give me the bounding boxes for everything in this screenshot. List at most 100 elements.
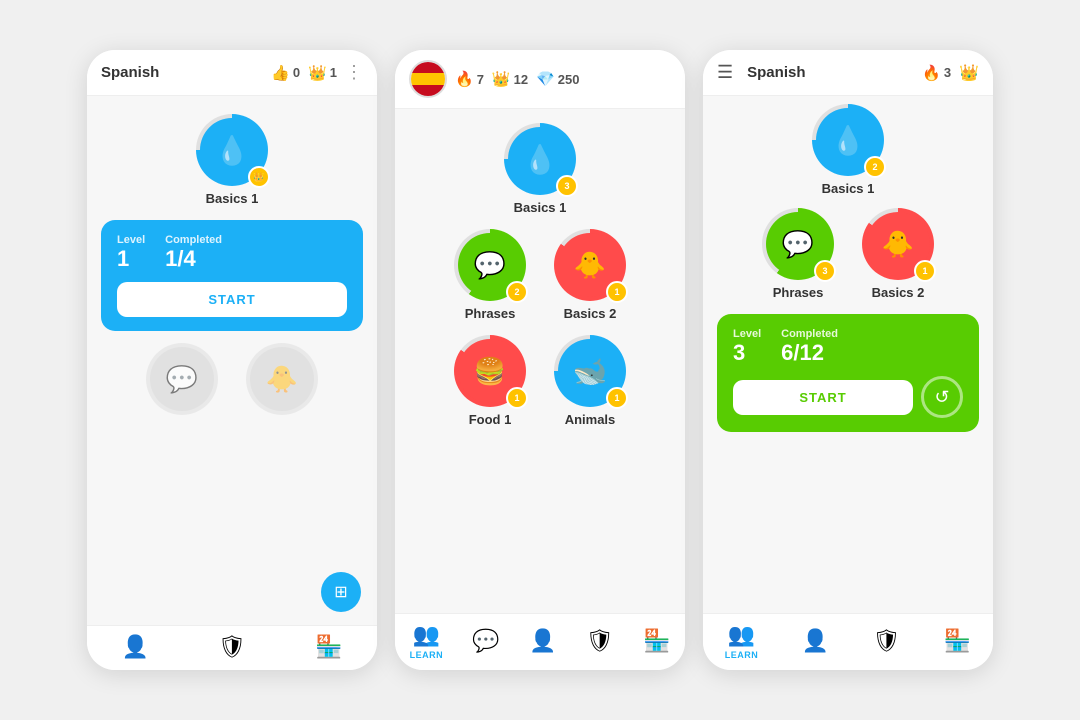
lesson-basics2-2[interactable]: 🐥 1 Basics 2 [554,229,626,321]
hamburger-icon[interactable]: ☰ [717,62,733,83]
shop-icon-2: 🏪 [643,628,670,654]
popup-stats-1: Level 1 Completed 1/4 [117,234,347,272]
learn-label-3: Learn [725,650,759,660]
likes-value: 0 [293,65,300,80]
phone-3: ☰ Spanish 🔥 3 👑 💧 2 Basics 1 💬 3 Phrases [703,50,993,670]
lesson-phrases-2[interactable]: 💬 2 Phrases [454,229,526,321]
crown-value-1: 1 [330,65,337,80]
start-button-1[interactable]: START [117,282,347,317]
popup-completed-1: Completed 1/4 [165,234,222,272]
popup-card-3: Level 3 Completed 6/12 START ↺ [717,314,979,432]
app-title-3: Spanish [747,64,914,81]
food-circle-2[interactable]: 🍔 1 [454,335,526,407]
completed-label-3: Completed [781,328,838,340]
basics1-label-2: Basics 1 [514,200,567,215]
top-bar-3: ☰ Spanish 🔥 3 👑 [703,50,993,96]
basics1-circle-1[interactable]: 💧 👑 [196,114,268,186]
nav-shield-1[interactable]: 🛡 [218,634,246,660]
nav-chat-2[interactable]: 💬 [472,628,499,654]
nav-shop-2[interactable]: 🏪 [643,628,670,654]
phrases-circle-1[interactable]: 💬 [146,343,218,415]
lesson-row-1-2: 💬 2 Phrases 🐥 1 Basics 2 [454,229,626,321]
phrases-badge-3: 3 [814,260,836,282]
basics1-circle-2[interactable]: 💧 3 [504,123,576,195]
top-bar-2: 🔥 7 👑 12 💎 250 [395,50,685,109]
basics1-badge-2: 3 [556,175,578,197]
top-bar-1: Spanish 👍 0 👑 1 ⋮ [87,50,377,96]
lesson-basics1-3[interactable]: 💧 2 Basics 1 [812,104,884,196]
gem-icon-2: 💎 [536,70,555,88]
nav-profile-3[interactable]: 👤 [802,628,829,654]
nav-shop-1[interactable]: 🏪 [315,634,342,660]
bottom-nav-1: 👤 🛡 🏪 [87,625,377,670]
lessons-scroll-1: 💧 👑 Basics 1 Level 1 Completed 1/4 START [87,96,377,625]
basics1-label-3: Basics 1 [822,181,875,196]
nav-learn-2[interactable]: 👥 LEARN [410,622,444,660]
basics2-circle-3[interactable]: 🐥 1 [862,208,934,280]
nav-profile-1[interactable]: 👤 [122,634,149,660]
lessons-scroll-3: 💧 2 Basics 1 💬 3 Phrases 🐥 1 Basics 2 [703,96,993,613]
level-value-3: 3 [733,340,761,366]
learn-icon-2: 👥 [413,622,440,648]
lesson-food-2[interactable]: 🍔 1 Food 1 [454,335,526,427]
stat-crown-2: 👑 12 [492,70,528,88]
animals-circle-2[interactable]: 🐋 1 [554,335,626,407]
phrases-circle-2[interactable]: 💬 2 [454,229,526,301]
lesson-animals-2[interactable]: 🐋 1 Animals [554,335,626,427]
shield-icon-3: 🛡 [873,628,901,654]
refresh-button-3[interactable]: ↺ [921,376,963,418]
fab-button-1[interactable]: ⊞ [321,572,361,612]
shield-icon-1: 🛡 [218,634,246,660]
learn-icon-3: 👥 [728,622,755,648]
basics2-label-2: Basics 2 [564,306,617,321]
fire-value-2: 7 [477,72,484,87]
phrases-label-2: Phrases [465,306,516,321]
nav-shield-3[interactable]: 🛡 [873,628,901,654]
completed-label-1: Completed [165,234,222,246]
nav-profile-2[interactable]: 👤 [529,628,556,654]
basics1-circle-3[interactable]: 💧 2 [812,104,884,176]
gem-value-2: 250 [558,72,580,87]
stat-fire-2: 🔥 7 [455,70,484,88]
level-label-3: Level [733,328,761,340]
lesson-basics2-1[interactable]: 🐥 [246,343,318,415]
phone-1: Spanish 👍 0 👑 1 ⋮ 💧 👑 Basics 1 Level 1 [87,50,377,670]
learn-label-2: LEARN [410,650,444,660]
basics2-circle-1[interactable]: 🐥 [246,343,318,415]
lesson-row-1-3: 💬 3 Phrases 🐥 1 Basics 2 [762,208,934,300]
popup-actions-3: START ↺ [733,376,963,418]
spain-flag [409,60,447,98]
shop-icon-1: 🏪 [315,634,342,660]
profile-icon-1: 👤 [122,634,149,660]
chat-icon-2: 💬 [472,628,499,654]
stat-likes-1: 👍 0 [271,64,300,82]
phone-2: 🔥 7 👑 12 💎 250 💧 3 Basics 1 💬 2 [395,50,685,670]
lesson-basics1-1[interactable]: 💧 👑 Basics 1 [196,114,268,206]
thumbs-up-icon: 👍 [271,64,290,82]
start-button-3[interactable]: START [733,380,913,415]
nav-learn-3[interactable]: 👥 Learn [725,622,759,660]
stat-fire-3: 🔥 3 [922,64,951,82]
crown-value-2: 12 [514,72,528,87]
level-value-1: 1 [117,246,145,272]
popup-level-1: Level 1 [117,234,145,272]
phrases-circle-3[interactable]: 💬 3 [762,208,834,280]
lesson-basics2-3[interactable]: 🐥 1 Basics 2 [862,208,934,300]
lesson-basics1-2[interactable]: 💧 3 Basics 1 [504,123,576,215]
popup-level-3: Level 3 [733,328,761,366]
lesson-phrases-3[interactable]: 💬 3 Phrases [762,208,834,300]
crown-icon-1: 👑 [308,64,327,82]
fire-icon-2: 🔥 [455,70,474,88]
basics1-badge-3: 2 [864,156,886,178]
basics1-label-1: Basics 1 [206,191,259,206]
more-icon[interactable]: ⋮ [345,62,363,83]
flag-yellow [411,73,445,84]
stat-crown-1: 👑 1 [308,64,337,82]
nav-shield-2[interactable]: 🛡 [586,628,614,654]
lesson-phrases-1[interactable]: 💬 [146,343,218,415]
basics2-circle-2[interactable]: 🐥 1 [554,229,626,301]
popup-card-1: Level 1 Completed 1/4 START [101,220,363,331]
lesson-row-2-2: 🍔 1 Food 1 🐋 1 Animals [454,335,626,427]
flag-inner [411,62,445,96]
nav-shop-3[interactable]: 🏪 [944,628,971,654]
